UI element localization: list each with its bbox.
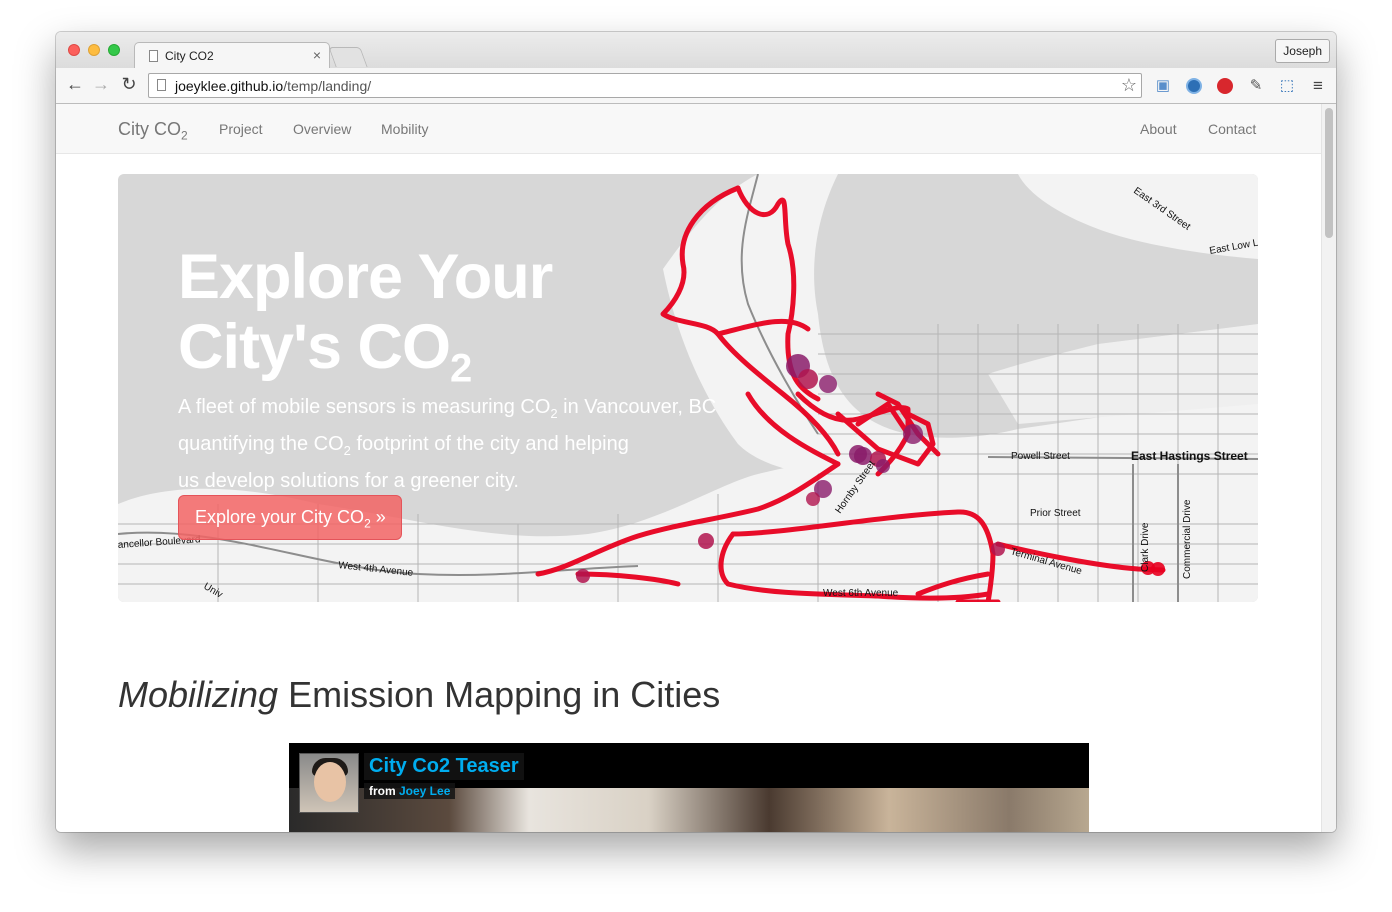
- zoom-window-button[interactable]: [108, 44, 120, 56]
- video-title-link[interactable]: City Co2 Teaser: [364, 753, 524, 780]
- window-extension-icon[interactable]: ▣: [1153, 76, 1173, 96]
- hero-title: Explore Your City's CO2: [178, 242, 553, 391]
- section-heading: Mobilizing Emission Mapping in Cities: [118, 674, 721, 715]
- eye-extension-icon[interactable]: [1184, 76, 1204, 96]
- map-label: West 6th Avenue: [823, 588, 899, 599]
- author-avatar[interactable]: [299, 753, 359, 813]
- video-author-byline: from Joey Lee: [364, 783, 456, 799]
- browser-toolbar: ← → ↻ joeyklee.github.io/temp/landing/ ☆…: [56, 68, 1336, 104]
- hero-jumbotron: East 3rd Street East Low L Powell Street…: [118, 174, 1258, 602]
- brand-link[interactable]: City CO2: [118, 119, 188, 143]
- nav-overview-link[interactable]: Overview: [293, 121, 351, 137]
- hero-description: A fleet of mobile sensors is measuring C…: [178, 396, 717, 492]
- screen-capture-extension-icon[interactable]: ⬚: [1277, 76, 1297, 96]
- close-window-button[interactable]: [68, 44, 80, 56]
- stop-extension-icon[interactable]: [1215, 76, 1235, 96]
- map-label: East Hastings Street: [1131, 449, 1248, 463]
- reload-button[interactable]: ↻: [118, 74, 140, 95]
- site-navbar: City CO2 Project Overview Mobility About…: [56, 104, 1321, 154]
- minimize-window-button[interactable]: [88, 44, 100, 56]
- tab-title: City CO2: [165, 49, 214, 63]
- map-label: Clark Drive: [1140, 522, 1151, 572]
- title-bar: City CO2 × Joseph: [56, 32, 1336, 68]
- hamburger-menu-icon[interactable]: ≡: [1308, 76, 1328, 96]
- video-embed[interactable]: City Co2 Teaser from Joey Lee: [289, 743, 1089, 832]
- eyedropper-extension-icon[interactable]: ✎: [1246, 76, 1266, 96]
- map-label: Commercial Drive: [1182, 499, 1193, 579]
- page-scrollbar[interactable]: [1321, 104, 1336, 832]
- new-tab-button[interactable]: [328, 47, 368, 67]
- map-label: Prior Street: [1030, 508, 1081, 519]
- scrollbar-thumb[interactable]: [1325, 108, 1333, 238]
- tab-close-button[interactable]: ×: [313, 47, 321, 63]
- address-bar[interactable]: joeyklee.github.io/temp/landing/ ☆: [148, 73, 1142, 98]
- browser-window: City CO2 × Joseph ← → ↻ joeyklee.github.…: [56, 32, 1336, 832]
- page-viewport: City CO2 Project Overview Mobility About…: [56, 104, 1336, 832]
- video-author-link[interactable]: Joey Lee: [399, 784, 450, 798]
- nav-mobility-link[interactable]: Mobility: [381, 121, 428, 137]
- explore-co2-button[interactable]: Explore your City CO2 »: [178, 495, 402, 540]
- bookmark-star-icon[interactable]: ☆: [1121, 75, 1137, 96]
- nav-contact-link[interactable]: Contact: [1208, 121, 1256, 137]
- url-text[interactable]: joeyklee.github.io/temp/landing/: [175, 78, 371, 94]
- document-icon: [149, 50, 158, 62]
- map-label: Powell Street: [1011, 451, 1070, 462]
- forward-button[interactable]: →: [90, 74, 112, 95]
- nav-project-link[interactable]: Project: [219, 121, 263, 137]
- browser-tab[interactable]: City CO2 ×: [134, 42, 330, 68]
- nav-about-link[interactable]: About: [1140, 121, 1177, 137]
- back-button[interactable]: ←: [64, 74, 86, 95]
- profile-button[interactable]: Joseph: [1275, 39, 1330, 63]
- page-icon: [157, 79, 166, 91]
